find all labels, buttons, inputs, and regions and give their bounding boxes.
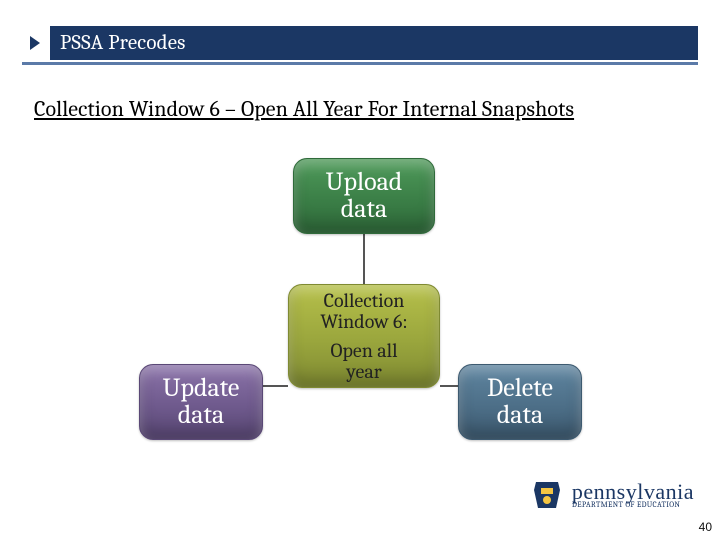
node-text: data — [341, 196, 387, 223]
node-text: data — [497, 402, 543, 429]
node-update-data: Update data — [139, 364, 263, 440]
node-text: Collection Window 6: — [320, 290, 407, 332]
header-chevron-icon — [22, 26, 50, 60]
connector-line — [263, 385, 288, 387]
connector-line — [440, 385, 458, 387]
connector-line — [363, 234, 365, 284]
header-bar: PSSA Precodes — [22, 26, 698, 60]
brand-text: pennsylvania DEPARTMENT OF EDUCATION — [572, 482, 694, 509]
diagram: Upload data Collection Window 6: Open al… — [0, 150, 720, 470]
header-title: PSSA Precodes — [50, 31, 186, 55]
header-underline — [22, 62, 698, 65]
node-text: Update — [163, 375, 240, 402]
node-text: Upload — [326, 169, 403, 196]
brand-subtitle: DEPARTMENT OF EDUCATION — [572, 501, 694, 508]
page-number: 40 — [699, 520, 712, 534]
brand-logo: pennsylvania DEPARTMENT OF EDUCATION — [530, 478, 694, 512]
brand-word: pennsylvania — [572, 482, 694, 502]
node-delete-data: Delete data — [458, 364, 582, 440]
keystone-icon — [530, 478, 564, 512]
node-collection-window: Collection Window 6: Open all year — [288, 284, 440, 388]
node-text: data — [178, 402, 224, 429]
node-text: Open all year — [331, 340, 398, 382]
slide-subtitle: Collection Window 6 – Open All Year For … — [34, 96, 574, 122]
node-text: Delete — [487, 375, 553, 402]
node-upload-data: Upload data — [293, 158, 435, 234]
